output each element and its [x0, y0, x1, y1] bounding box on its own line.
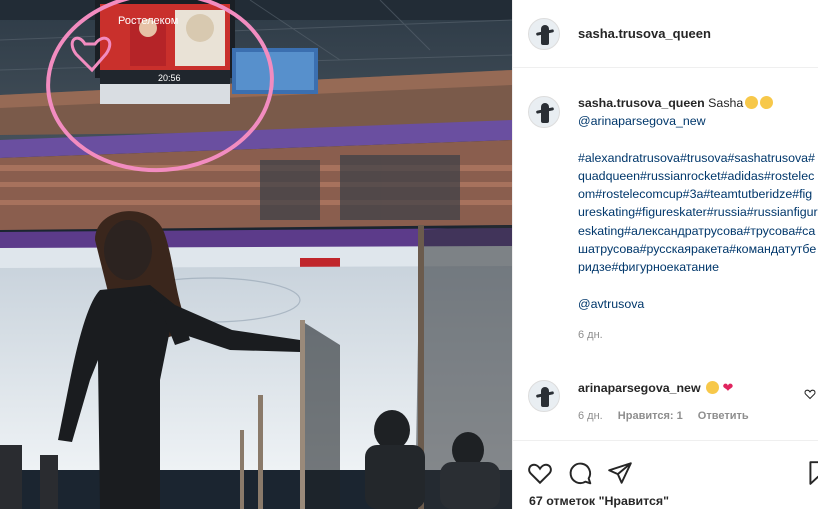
hugging-face-emoji-icon — [706, 381, 720, 394]
post-photo[interactable]: Ростелеком 20:56 — [0, 0, 512, 509]
author-avatar[interactable] — [528, 17, 560, 50]
post-sidebar: sasha.trusova_queen sasha.trusova_queen … — [512, 0, 818, 509]
comment-avatar[interactable] — [528, 380, 560, 412]
smiling-face-emoji-icon — [760, 96, 774, 109]
caption-text: Sasha — [708, 96, 744, 110]
caption-mention[interactable]: @arinaparsegova_new — [578, 112, 818, 130]
caption-avatar[interactable] — [528, 96, 560, 128]
comment-username[interactable]: arinaparsegova_new — [578, 381, 701, 395]
red-heart-emoji-icon: ❤ — [722, 380, 734, 395]
like-comment-heart-icon[interactable] — [804, 388, 816, 400]
likes-count[interactable]: 67 отметок "Нравится" — [529, 494, 669, 508]
caption-mention-2[interactable]: @avtrusova — [578, 295, 818, 313]
smiling-face-emoji-icon — [745, 96, 759, 109]
caption-time[interactable]: 6 дн. — [578, 326, 818, 344]
post-header: sasha.trusova_queen — [513, 0, 818, 68]
comment-bubble-icon[interactable] — [567, 460, 593, 486]
reply-button[interactable]: Ответить — [698, 410, 749, 422]
comment-time[interactable]: 6 дн. — [578, 410, 603, 422]
scoreboard-banner: Ростелеком — [118, 15, 178, 27]
author-username[interactable]: sasha.trusova_queen — [578, 26, 711, 41]
caption-hashtags[interactable]: #alexandratrusova#trusova#sashatrusova#q… — [578, 149, 818, 277]
caption: sasha.trusova_queen Sasha @arinaparsegov… — [528, 94, 818, 344]
bookmark-icon[interactable] — [805, 460, 818, 486]
arena-photo: Ростелеком 20:56 — [0, 0, 512, 509]
like-heart-icon[interactable] — [527, 460, 553, 486]
caption-username[interactable]: sasha.trusova_queen — [578, 96, 705, 110]
comment: arinaparsegova_new ❤ 6 дн. Нравится: 1 О… — [528, 380, 818, 422]
comment-likes[interactable]: Нравится: 1 — [618, 410, 683, 422]
share-paper-plane-icon[interactable] — [607, 460, 633, 486]
action-bar: 67 отметок "Нравится" — [513, 440, 818, 509]
scoreboard-clock: 20:56 — [158, 73, 181, 83]
